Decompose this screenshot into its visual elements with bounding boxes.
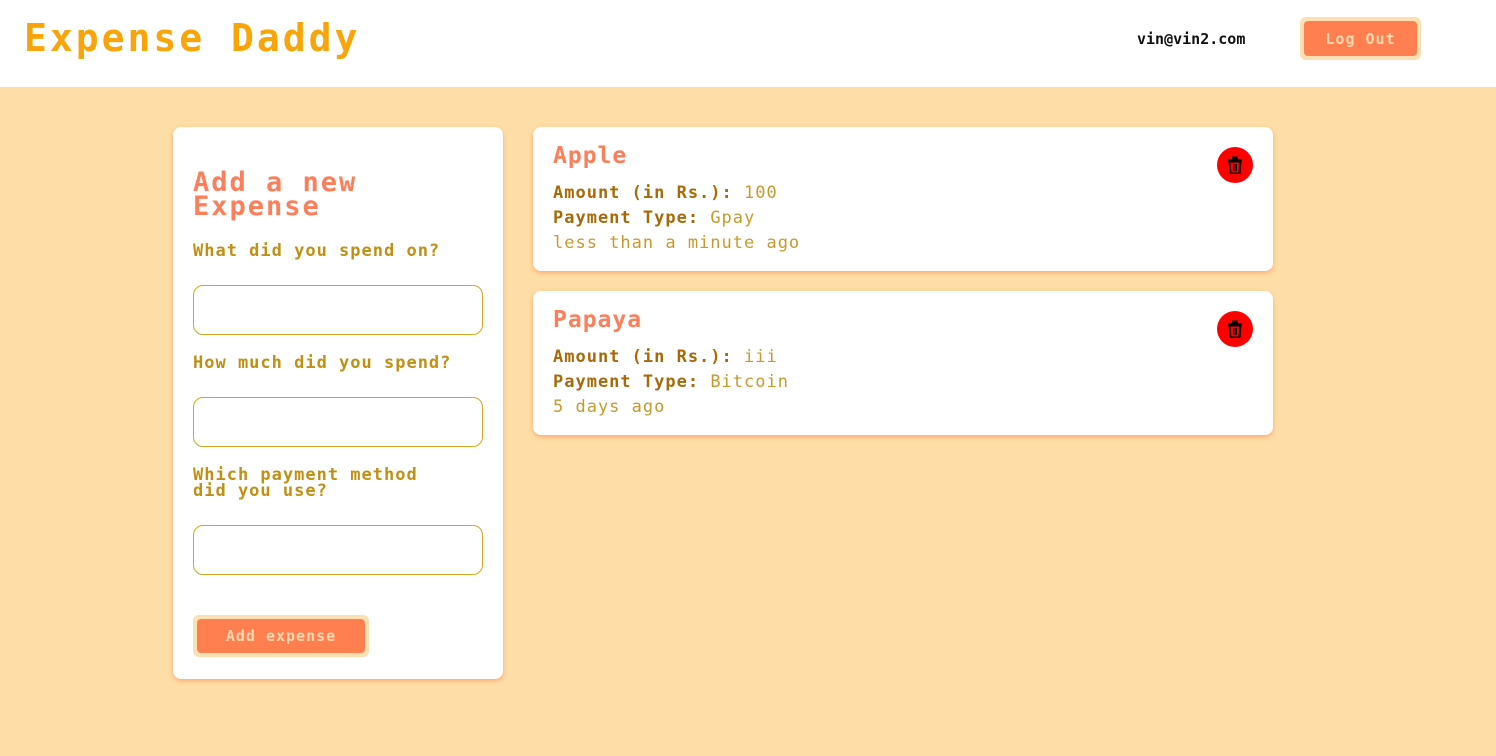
logout-button[interactable]: Log Out	[1304, 21, 1417, 56]
user-email: vin@vin2.com	[1137, 30, 1246, 48]
payment-type-value: Gpay	[710, 208, 756, 228]
trash-icon	[1228, 320, 1242, 338]
brand-title: Expense Daddy	[24, 16, 361, 60]
expense-name: Papaya	[553, 307, 643, 333]
payment-type-value: Bitcoin	[710, 372, 789, 392]
navbar: Expense Daddy vin@vin2.com Log Out	[0, 0, 1496, 87]
add-expense-form: Add a new Expense What did you spend on?…	[173, 127, 503, 679]
amount-input[interactable]	[193, 397, 483, 447]
field-label-item: What did you spend on?	[193, 241, 441, 261]
amount-label: Amount (in Rs.):	[553, 183, 733, 203]
expense-time: less than a minute ago	[553, 233, 801, 253]
expense-payment-row: Payment Type: Gpay	[553, 208, 755, 228]
payment-type-label: Payment Type:	[553, 372, 700, 392]
add-expense-button[interactable]: Add expense	[197, 619, 365, 653]
expense-payment-row: Payment Type: Bitcoin	[553, 372, 789, 392]
field-label-payment: Which payment method did you use?	[193, 465, 418, 501]
payment-type-label: Payment Type:	[553, 208, 700, 228]
delete-expense-button[interactable]	[1217, 147, 1253, 183]
item-input[interactable]	[193, 285, 483, 335]
form-title: Add a new Expense	[193, 167, 358, 222]
logout-button-wrapper: Log Out	[1300, 17, 1421, 60]
expense-time: 5 days ago	[553, 397, 666, 417]
expense-amount-row: Amount (in Rs.): iii	[553, 347, 778, 367]
amount-label: Amount (in Rs.):	[553, 347, 733, 367]
amount-value: 100	[744, 183, 778, 203]
amount-value: iii	[744, 347, 778, 367]
expense-card: Apple Amount (in Rs.): 100 Payment Type:…	[533, 127, 1273, 271]
delete-expense-button[interactable]	[1217, 311, 1253, 347]
trash-icon	[1228, 156, 1242, 174]
field-label-amount: How much did you spend?	[193, 353, 452, 373]
add-expense-button-wrapper: Add expense	[193, 615, 369, 657]
payment-method-input[interactable]	[193, 525, 483, 575]
expense-card: Papaya Amount (in Rs.): iii Payment Type…	[533, 291, 1273, 435]
expense-name: Apple	[553, 143, 628, 169]
expense-amount-row: Amount (in Rs.): 100	[553, 183, 778, 203]
